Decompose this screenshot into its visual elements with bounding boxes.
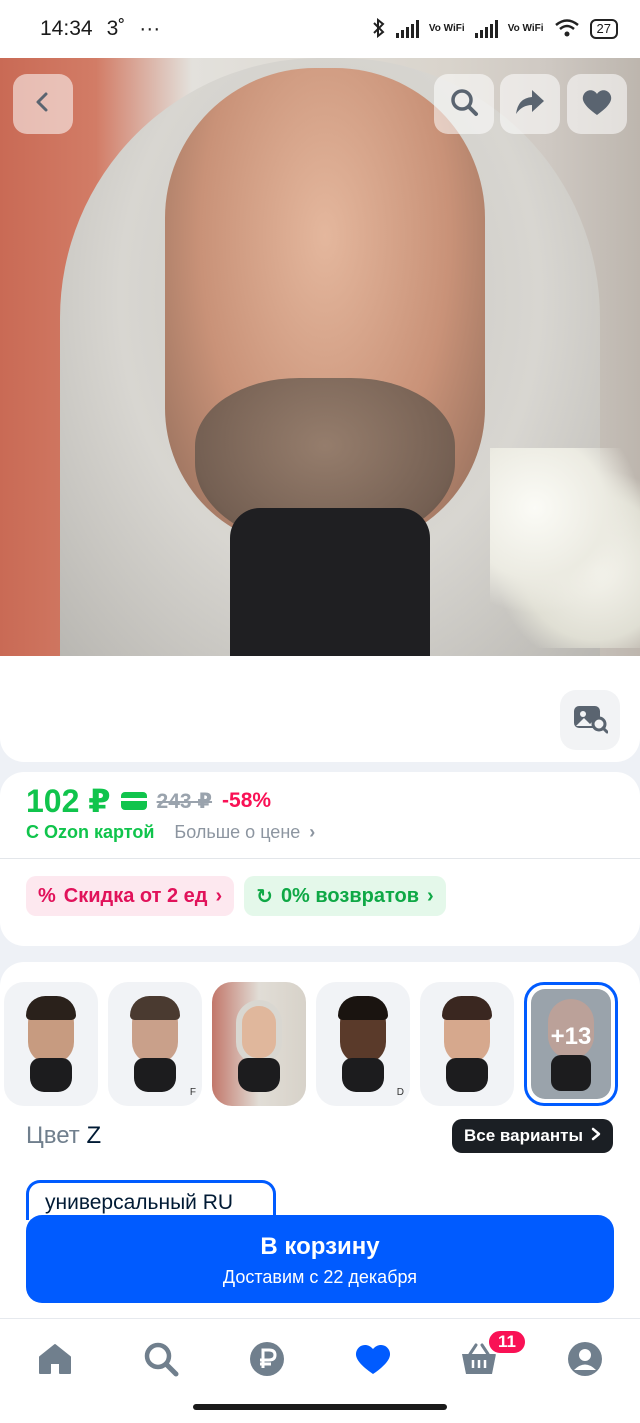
vowifi-label: Vo WiFi [428,23,465,34]
neck-gaiter-shape [30,1058,72,1092]
bulk-discount-label: Скидка от 2 ед [63,884,208,907]
chevron-right-icon [591,1126,601,1146]
more-about-price-label: Больше о цене [174,822,301,842]
chevron-right-icon: › [427,884,434,907]
old-price: 243 ₽ [156,789,213,813]
search-icon [449,87,479,122]
more-variants-thumb[interactable]: +13 [524,982,618,1106]
nav-cart[interactable]: 11 [459,1329,527,1381]
home-indicator[interactable] [193,1404,447,1410]
bluetooth-icon [372,17,386,41]
flowers-shape [490,448,640,648]
variant-tag: F [189,1087,196,1098]
share-button[interactable] [500,74,560,134]
reverse-image-search-button[interactable] [560,690,620,750]
size-option-chip[interactable]: универсальный RU [26,1180,276,1220]
favorite-button[interactable] [567,74,627,134]
variant-thumbnails: F D +13 [4,982,618,1106]
variant-thumb[interactable] [212,982,306,1106]
returns-label: 0% возвратов [280,884,420,907]
bulk-discount-badge[interactable]: % Скидка от 2 ед › [26,876,235,916]
search-button[interactable] [434,74,494,134]
signal-icon [395,20,419,38]
ozon-card-icon [120,792,147,810]
back-button[interactable] [13,74,73,134]
add-to-cart-label: В корзину [260,1233,380,1260]
more-variants-count: +13 [550,1023,592,1050]
more-about-price-link[interactable]: Больше о цене › [174,822,315,843]
neck-gaiter-shape [446,1058,488,1092]
color-value: Z [86,1122,102,1149]
all-variants-button[interactable]: Все варианты [452,1119,613,1153]
face-shape [236,1000,282,1064]
home-icon [37,1342,73,1381]
profile-icon [567,1341,603,1382]
clock: 14:34 [40,17,93,40]
heart-icon [581,88,613,121]
cart-count-badge: 11 [487,1329,527,1355]
chevron-right-icon: › [309,822,316,842]
nav-profile[interactable] [565,1341,605,1381]
nav-finance[interactable] [247,1341,287,1381]
search-icon [143,1341,179,1382]
hair-shape [442,996,492,1020]
divider [0,858,640,859]
hair-shape [26,996,76,1020]
variant-thumb[interactable] [420,982,514,1106]
variant-tag: D [396,1087,404,1098]
nav-favorites[interactable] [353,1341,393,1381]
ruble-icon [249,1341,285,1382]
share-icon [514,88,546,121]
neck-gaiter-shape [230,508,430,656]
price-card: 102 ₽ 243 ₽ -58% С Ozon картой Больше о … [0,772,640,946]
image-search-icon [572,702,609,739]
returns-badge[interactable]: ↻ 0% возвратов › [244,876,446,916]
return-icon: ↻ [256,885,273,908]
nav-home[interactable] [35,1341,75,1381]
variant-thumb[interactable]: F [108,982,202,1106]
neck-gaiter-shape [342,1058,384,1092]
delivery-date: Доставим с 22 декабря [222,1267,418,1287]
color-row: Цвет Z [26,1122,101,1150]
neck-gaiter-shape [238,1058,280,1092]
variant-thumb[interactable]: D [316,982,410,1106]
wifi-icon [554,18,580,41]
signal-icon-2 [474,20,498,38]
discount-percent: -58% [222,789,272,812]
all-variants-label: Все варианты [464,1126,583,1145]
chevron-right-icon: › [215,884,223,907]
hair-shape [130,996,180,1020]
hair-shape [338,996,388,1020]
neck-gaiter-shape [134,1058,176,1092]
more-notifications: ··· [139,17,161,40]
heart-icon [354,1342,392,1381]
product-image[interactable] [0,58,640,656]
color-label: Цвет [26,1122,80,1149]
nav-search[interactable] [141,1341,181,1381]
current-price: 102 ₽ [26,783,111,819]
gallery-footer [0,656,640,762]
ozon-card-label: С Ozon картой [26,822,155,842]
size-option-label: универсальный RU [45,1191,234,1214]
back-icon [31,90,55,119]
temperature: 3˚ [106,17,126,40]
more-variants-overlay: +13 [531,989,611,1099]
neck-gaiter-shape [551,1055,591,1091]
add-to-cart-button[interactable]: В корзину Доставим с 22 декабря [26,1215,614,1303]
vowifi-label-2: Vo WiFi [507,23,544,34]
status-bar: 14:34 3˚ ··· Vo WiFi Vo WiFi 27 [0,0,640,58]
variant-thumb[interactable] [4,982,98,1106]
battery-indicator: 27 [589,19,618,39]
percent-icon: % [38,884,56,907]
